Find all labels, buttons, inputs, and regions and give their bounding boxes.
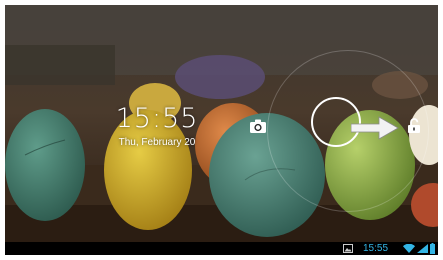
- cell-signal-icon: [417, 244, 428, 253]
- lockscreen-clock: 15:55: [115, 103, 199, 134]
- battery-icon: [430, 243, 435, 254]
- wifi-icon: [403, 244, 415, 253]
- unlock-icon[interactable]: [407, 118, 421, 134]
- lockscreen: 15:55 Thu, February 20 15:55: [5, 5, 438, 255]
- arrow-right-icon: [351, 116, 399, 140]
- status-clock: 15:55: [363, 243, 389, 254]
- image-notification-icon[interactable]: [343, 244, 353, 253]
- status-bar: 15:55: [5, 242, 438, 255]
- lockscreen-date: Thu, February 20: [118, 137, 196, 148]
- camera-icon[interactable]: [249, 118, 267, 134]
